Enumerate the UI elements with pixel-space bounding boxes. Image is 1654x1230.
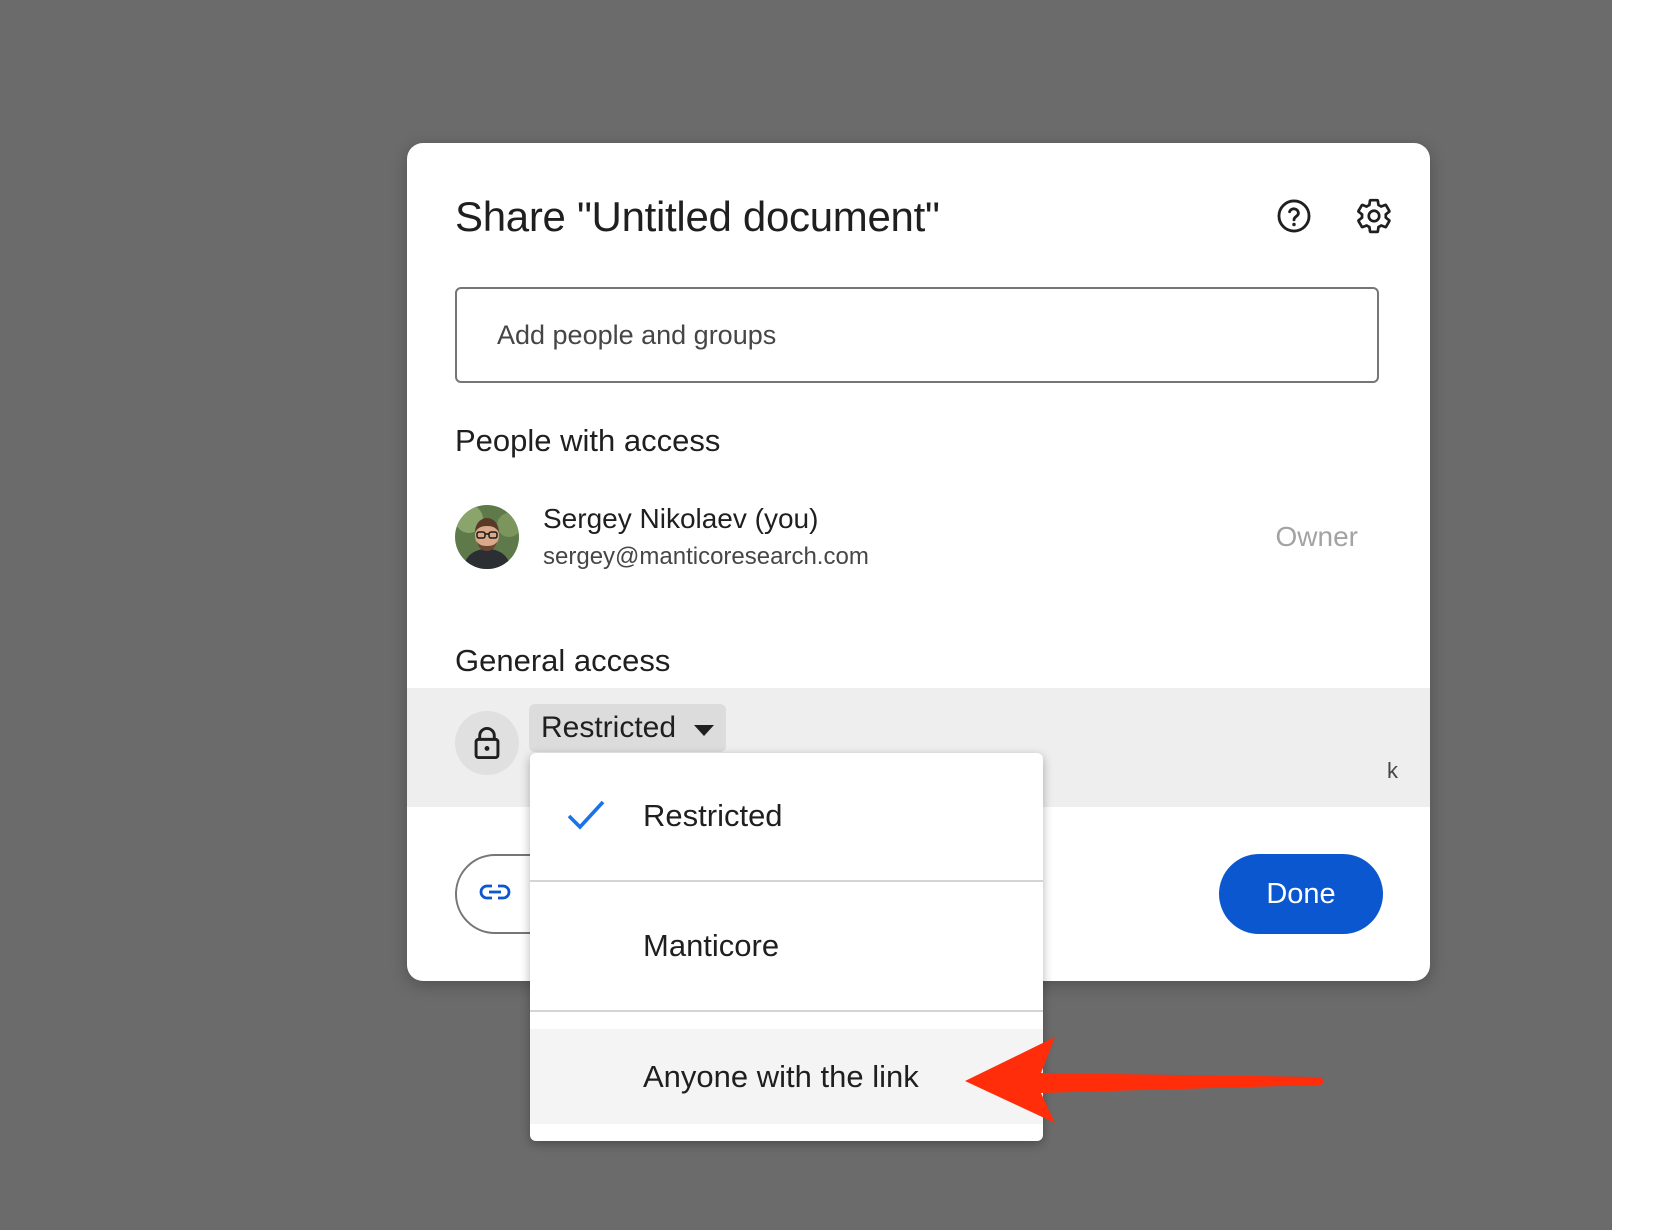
dialog-title: Share "Untitled document" — [455, 193, 940, 240]
caret-down-icon — [694, 711, 715, 745]
checkmark-icon — [566, 798, 606, 837]
menu-item-manticore[interactable]: Manticore — [530, 898, 1043, 993]
menu-item-label: Anyone with the link — [643, 1058, 919, 1094]
user-email: sergey@manticoresearch.com — [543, 543, 869, 570]
people-with-access-heading: People with access — [455, 423, 721, 458]
user-name: Sergey Nikolaev (you) — [543, 503, 819, 534]
done-button[interactable]: Done — [1219, 854, 1383, 934]
menu-divider — [530, 1010, 1043, 1012]
add-people-input[interactable] — [455, 287, 1379, 383]
lock-icon — [455, 711, 519, 775]
menu-item-label: Restricted — [643, 797, 783, 833]
avatar — [455, 505, 519, 569]
access-level-dropdown[interactable]: Restricted — [529, 704, 727, 752]
help-icon[interactable] — [1273, 195, 1315, 237]
gear-icon[interactable] — [1353, 195, 1395, 237]
access-level-label: Restricted — [541, 711, 677, 744]
link-icon — [479, 882, 511, 907]
menu-item-restricted[interactable]: Restricted — [530, 768, 1043, 863]
general-access-heading: General access — [455, 643, 671, 678]
access-description: k — [1387, 758, 1398, 783]
annotation-arrow-icon — [965, 1037, 1324, 1123]
menu-divider — [530, 880, 1043, 882]
menu-item-label: Manticore — [643, 927, 780, 963]
role-label: Owner — [1275, 521, 1358, 552]
